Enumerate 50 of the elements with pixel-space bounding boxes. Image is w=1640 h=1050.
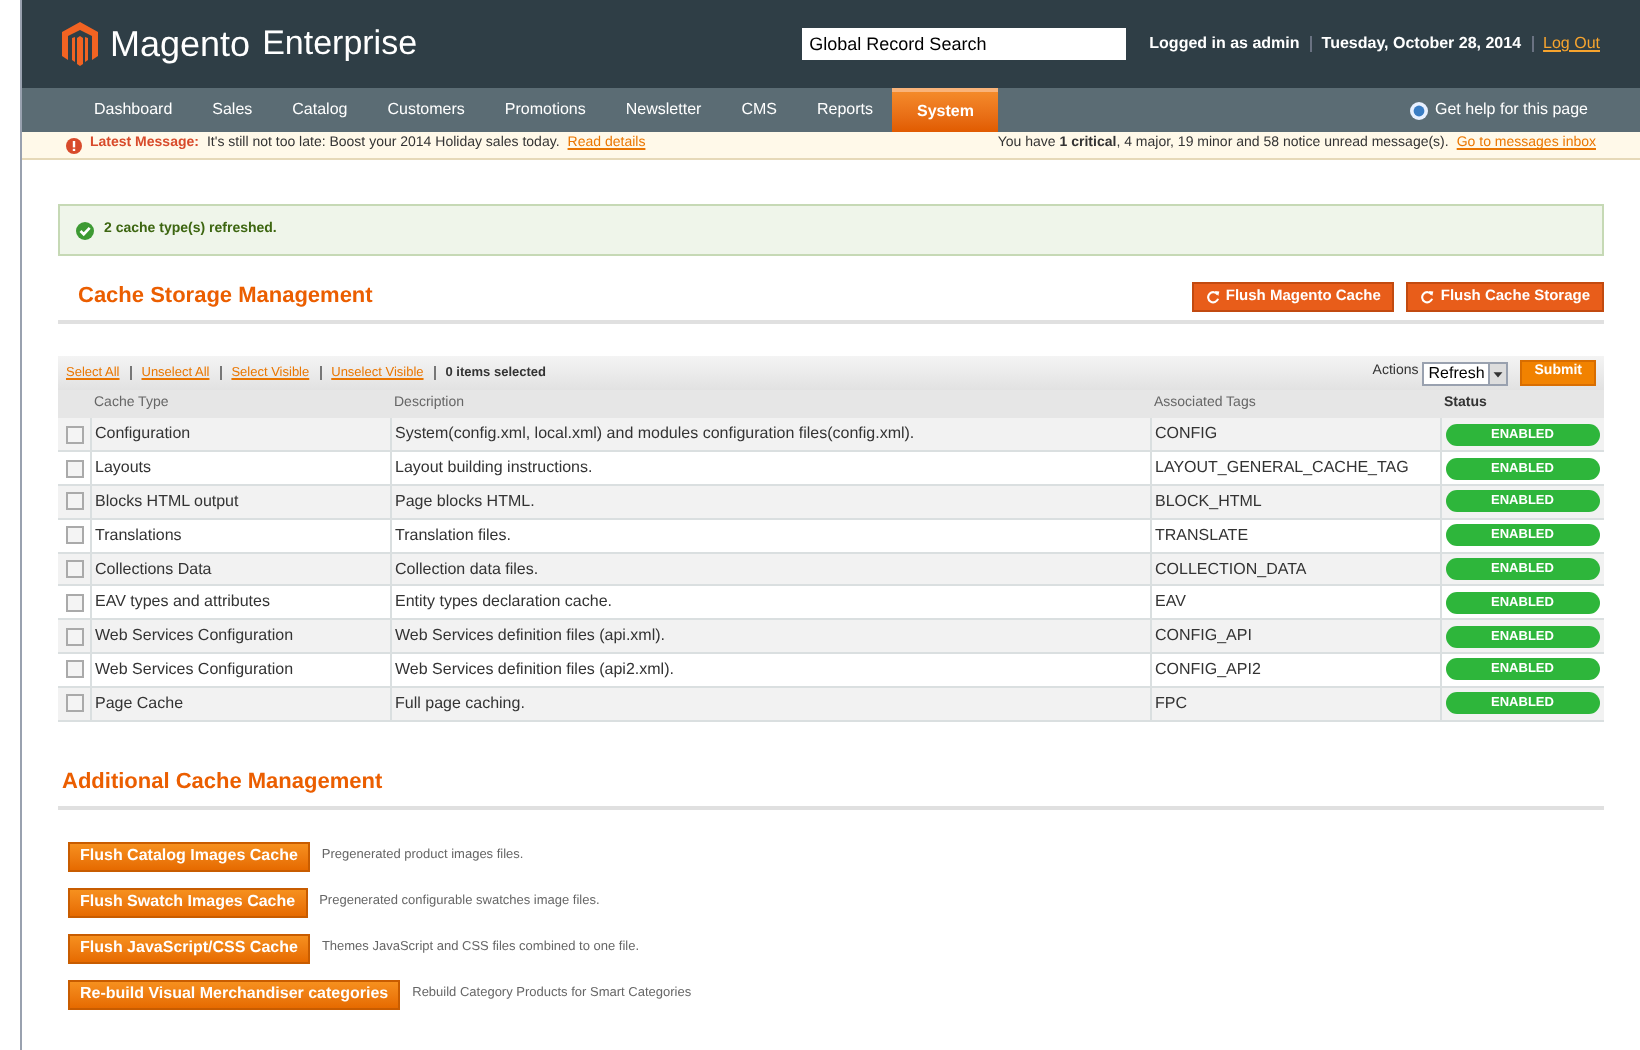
cache-type: Blocks HTML output <box>95 491 239 510</box>
description: Layout building instructions. <box>395 458 593 477</box>
tags: TRANSLATE <box>1155 525 1249 544</box>
nav-tab[interactable]: Dashboard <box>74 88 193 132</box>
tags: EAV <box>1155 592 1186 611</box>
tags: FPC <box>1155 693 1187 712</box>
tags: COLLECTION_DATA <box>1155 559 1307 578</box>
tags: CONFIG_API <box>1155 626 1252 645</box>
user-label: Logged in as admin <box>1149 32 1300 56</box>
description: System(config.xml, local.xml) and modules configuration files(config.xml). <box>395 424 915 443</box>
cache-type: Layouts <box>95 458 152 477</box>
cache-type: Web Services Configuration <box>95 626 294 645</box>
nav-tab[interactable]: Sales <box>192 88 273 132</box>
tags: CONFIG <box>1155 424 1218 443</box>
cache-type: Translations <box>95 525 182 544</box>
cache-type: Page Cache <box>95 693 184 712</box>
description: Entity types declaration cache. <box>395 592 613 611</box>
description: Page blocks HTML. <box>395 491 535 510</box>
cache-type: EAV types and attributes <box>95 592 270 611</box>
tags: LAYOUT_GENERAL_CACHE_TAG <box>1155 458 1409 477</box>
section-title: Cache Storage Management <box>78 281 373 312</box>
cache-type: Collections Data <box>95 559 212 578</box>
date-label: Tuesday, October 28, 2014 <box>1321 32 1522 56</box>
nav-tab[interactable]: Catalog <box>272 88 368 132</box>
logo-subtitle: Enterprise <box>262 22 418 67</box>
actions-dropdown[interactable]: Refresh <box>1422 361 1509 385</box>
description: Translation files. <box>395 525 511 544</box>
nav-tab[interactable]: Newsletter <box>605 88 722 132</box>
nav-tab[interactable]: CMS <box>721 88 797 132</box>
search-field[interactable]: Global Record Search <box>801 28 1126 60</box>
cache-action-button[interactable]: Flush Catalog Images Cache <box>68 841 310 872</box>
description: Collection data files. <box>395 559 539 578</box>
tags: CONFIG_API2 <box>1155 659 1261 678</box>
logout-link[interactable]: Log Out <box>1543 32 1600 56</box>
section-title: Additional Cache Management <box>60 768 383 799</box>
cache-type: Web Services Configuration <box>95 659 294 678</box>
nav-tab[interactable]: Reports <box>796 88 893 132</box>
description: Web Services definition files (api.xml). <box>395 626 666 645</box>
nav-tab[interactable]: System <box>892 88 998 132</box>
cache-action-button[interactable]: Re-build Visual Merchandiser categories <box>68 979 401 1010</box>
nav-tab[interactable]: Promotions <box>484 88 606 132</box>
logo-text: Magento <box>110 21 251 68</box>
cache-type: Configuration <box>95 424 191 443</box>
description: Web Services definition files (api2.xml). <box>395 659 674 678</box>
nav-tab[interactable]: Customers <box>367 88 485 132</box>
description: Full page caching. <box>395 693 525 712</box>
help-link[interactable]: Get help for this page <box>1435 98 1588 122</box>
tags: BLOCK_HTML <box>1155 491 1262 510</box>
cache-action-button[interactable]: Flush Swatch Images Cache <box>68 887 308 918</box>
cache-action-button[interactable]: Flush JavaScript/CSS Cache <box>68 933 310 964</box>
